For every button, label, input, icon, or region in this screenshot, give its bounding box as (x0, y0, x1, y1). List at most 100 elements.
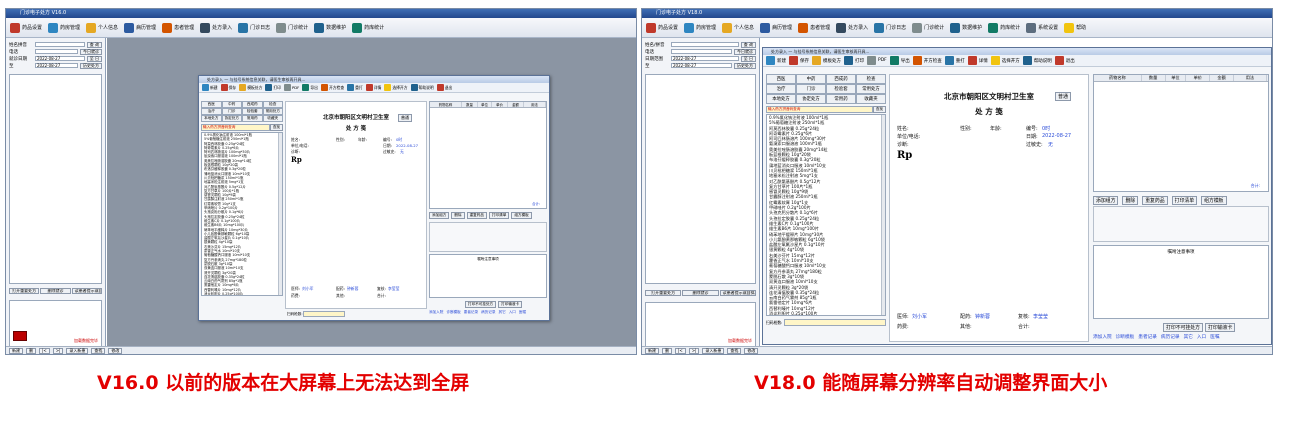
filter-button[interactable]: 查 询 (86, 41, 102, 48)
filter-button[interactable]: 今日就诊 (80, 48, 102, 55)
table-action-button[interactable]: 打印清单 (488, 212, 510, 219)
toolbar-button-2[interactable]: 个人信息 (722, 22, 754, 33)
dialog-tool-button[interactable]: 新建 (202, 84, 218, 91)
search-button[interactable]: 查找 (872, 106, 886, 113)
dialog-tool-button[interactable]: 开方检查 (912, 56, 942, 65)
dialog-tool-button[interactable]: 打印 (265, 84, 281, 91)
drug-item[interactable]: 消炎利胆片 0.25g*100片 (767, 311, 885, 315)
dialog-tool-button[interactable]: 保存 (789, 56, 809, 65)
toolbar-button-7[interactable]: 门诊统计 (276, 22, 308, 33)
toolbar-button-11[interactable]: 帮助 (1064, 22, 1086, 33)
toolbar-button-10[interactable]: 系统设置 (1026, 22, 1058, 33)
table-action-button[interactable]: 组方模板 (1201, 196, 1227, 205)
filter-input[interactable]: 2022-08-27 (671, 56, 739, 61)
table-action-button[interactable]: 添加组方 (429, 212, 450, 219)
filter-input[interactable] (671, 49, 732, 54)
toolbar-button-9[interactable]: 药库统计 (352, 22, 384, 33)
dialog-tool-button[interactable]: 选择开方 (384, 84, 408, 91)
drug-tab[interactable]: 西医 (766, 74, 796, 84)
drug-tab[interactable]: 检查 (262, 101, 283, 108)
patient-list[interactable] (9, 74, 102, 284)
table-header-cell[interactable]: 数量 (1142, 75, 1166, 81)
filter-input[interactable]: 2022-08-27 (671, 63, 732, 68)
drug-tab[interactable]: 常用处方 (856, 84, 886, 94)
statusbar-button[interactable]: 修改 (744, 347, 759, 354)
table-header-cell[interactable]: 金额 (1210, 75, 1235, 81)
scanner-input[interactable] (303, 311, 345, 317)
table-action-button[interactable]: 添加组方 (1093, 196, 1119, 205)
table-action-button[interactable]: 重复药品 (1142, 196, 1168, 205)
dialog-tool-button[interactable]: 详情 (967, 56, 988, 65)
dialog-tool-button[interactable]: 选择开方 (990, 56, 1020, 65)
drug-tab[interactable]: 检验套 (242, 108, 263, 115)
drug-tab[interactable]: 常用药 (826, 94, 856, 104)
table-header-cell[interactable]: 单价 (1186, 75, 1211, 81)
drug-tab[interactable]: 门诊 (796, 84, 826, 94)
sidebar-action-button[interactable]: 删除就诊 (40, 288, 71, 294)
filter-input[interactable] (35, 42, 85, 47)
bottom-link[interactable]: 病历记录 (1161, 334, 1180, 340)
normal-button[interactable]: 普通 (1055, 92, 1072, 101)
toolbar-button-6[interactable]: 门诊日志 (874, 22, 906, 33)
id-value[interactable]: 0时 (1042, 125, 1050, 132)
filter-button[interactable]: 查 询 (740, 41, 756, 48)
dialog-tool-button[interactable]: 保存 (220, 84, 236, 91)
table-header-cell[interactable]: 单价 (492, 102, 508, 107)
bottom-link[interactable]: 患者记录 (1138, 334, 1157, 340)
dispense-value[interactable]: 钟新蓉 (347, 286, 358, 292)
statusbar-button[interactable]: 删 (26, 347, 36, 354)
filter-input[interactable]: 2022-08-27 (35, 63, 78, 68)
bottom-link[interactable]: 医嘱 (519, 310, 526, 315)
print-button[interactable]: 打印不可挂处方 (465, 301, 497, 308)
toolbar-button-0[interactable]: 药品设置 (10, 22, 42, 33)
dialog-tool-button[interactable]: 退出 (436, 84, 452, 91)
sidebar-action-button[interactable]: 打开重要处方 (9, 288, 40, 294)
filter-button[interactable]: 历史处方 (80, 62, 102, 69)
drug-tab[interactable]: 西成药 (242, 101, 263, 108)
dialog-tool-button[interactable]: 模板处方 (239, 84, 262, 91)
check-value[interactable]: 李莹莹 (1033, 313, 1048, 320)
drug-list-scrollbar[interactable] (881, 115, 885, 315)
drug-table[interactable]: 药物名称 数量 单位 单价 金额 用法 合计: (1093, 74, 1269, 192)
filter-input[interactable] (35, 49, 78, 54)
toolbar-button-3[interactable]: 病历管理 (124, 22, 156, 33)
drug-tab[interactable]: 检查 (856, 74, 886, 84)
filter-button[interactable]: 至 日 (740, 55, 756, 62)
drug-item[interactable]: 消炎利胆片 0.25g*100片 (202, 292, 282, 295)
print-button[interactable]: 打印输液卡 (1205, 323, 1236, 332)
drug-search-input[interactable]: 输入药方拼音码查询 (201, 124, 270, 131)
drug-list[interactable]: 0.9%氯化钠注射液 100ml*1瓶 5%葡萄糖注射液 250ml*1瓶 阿莫西林… (766, 114, 886, 316)
table-header-cell[interactable]: 药物名称 (1094, 75, 1142, 81)
allergy-value[interactable]: 无 (400, 149, 404, 155)
drug-tab[interactable]: 本地处方 (766, 94, 796, 104)
toolbar-button-8[interactable]: 数据维护 (950, 22, 982, 33)
scanner-input[interactable] (784, 319, 886, 326)
dialog-tool-button[interactable]: 详情 (365, 84, 381, 91)
doctor-value[interactable]: 刘小军 (912, 313, 927, 320)
dialog-tool-button[interactable]: 导出 (302, 84, 318, 91)
statusbar-button[interactable]: 删 (662, 347, 672, 354)
drug-list-scrollbar[interactable] (278, 133, 282, 295)
drug-tab[interactable]: 检验套 (826, 84, 856, 94)
date-value[interactable]: 2022-08-27 (396, 143, 418, 148)
statusbar-button[interactable]: 查找 (727, 347, 742, 354)
filter-input[interactable]: 2022-08-27 (35, 56, 85, 61)
filter-button[interactable]: 今日就诊 (734, 48, 756, 55)
statusbar-button[interactable]: |< (675, 347, 686, 354)
statusbar-button[interactable]: 修改 (108, 347, 123, 354)
drug-tab[interactable]: 收藏夹 (262, 115, 283, 122)
filter-button[interactable]: 历史处方 (734, 62, 756, 69)
sidebar-action-button[interactable]: 读患者提示或自拟 (71, 288, 102, 294)
bottom-link[interactable]: 患者记录 (464, 310, 478, 315)
statusbar-button[interactable]: |< (39, 347, 50, 354)
bottom-link[interactable]: 其它 (499, 310, 506, 315)
bottom-link[interactable]: 其它 (1184, 334, 1193, 340)
drug-tab[interactable]: 协定处方 (796, 94, 826, 104)
table-action-button[interactable]: 打印清单 (1171, 196, 1198, 205)
dialog-tool-button[interactable]: 帮助说明 (410, 84, 434, 91)
toolbar-button-2[interactable]: 个人信息 (86, 22, 118, 33)
toolbar-button-4[interactable]: 患者管理 (798, 22, 830, 33)
dialog-tool-button[interactable]: 新建 (766, 56, 786, 65)
bottom-link[interactable]: 诊断模板 (1116, 334, 1135, 340)
dispense-value[interactable]: 钟新蓉 (975, 313, 990, 320)
